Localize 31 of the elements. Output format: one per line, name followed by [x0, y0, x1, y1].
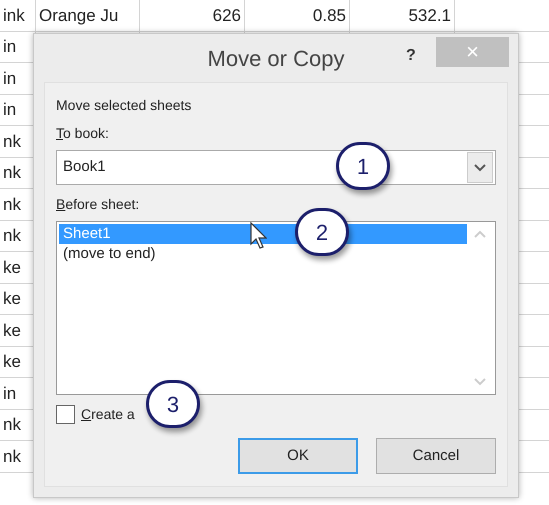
- ok-button[interactable]: OK: [238, 438, 358, 474]
- table-cell-text: 532.1: [407, 4, 451, 26]
- scroll-up-icon[interactable]: [474, 230, 486, 238]
- table-cell-text: 0.85: [312, 4, 346, 26]
- table-cell-text: ke: [3, 288, 22, 310]
- copy-checkbox[interactable]: [56, 405, 75, 424]
- caret-icon: [467, 152, 493, 183]
- table-cell-text: ke: [3, 256, 22, 278]
- table-cell-text: ke: [3, 320, 22, 342]
- book-label: To book:: [56, 125, 109, 141]
- table-cell-text: in: [3, 382, 18, 404]
- sheet-label: Before sheet:: [56, 196, 140, 212]
- table-cell-text: nk: [3, 225, 22, 247]
- heading-label: Move selected sheets: [56, 96, 192, 115]
- table-cell-text: nk: [3, 194, 22, 216]
- help-button[interactable]: ?: [406, 44, 416, 68]
- copy-label: Create a: [81, 405, 135, 424]
- scroll-down-icon[interactable]: [474, 378, 486, 386]
- table-cell-text: ink: [3, 4, 26, 26]
- table-cell-text: nk: [3, 162, 22, 184]
- table-cell-text: nk: [3, 414, 22, 436]
- table-cell-text: in: [3, 99, 18, 121]
- table-cell-text: 626: [212, 4, 241, 26]
- table-cell-text: in: [3, 36, 18, 58]
- table-cell-text: Orange Ju: [39, 4, 120, 26]
- table-cell-text: nk: [3, 130, 22, 152]
- table-cell-text: nk: [3, 446, 22, 468]
- table-cell-text: in: [3, 68, 18, 90]
- cancel-button[interactable]: Cancel: [376, 438, 496, 474]
- window-title: Move or Copy: [208, 44, 344, 73]
- table-cell-text: ke: [3, 351, 22, 373]
